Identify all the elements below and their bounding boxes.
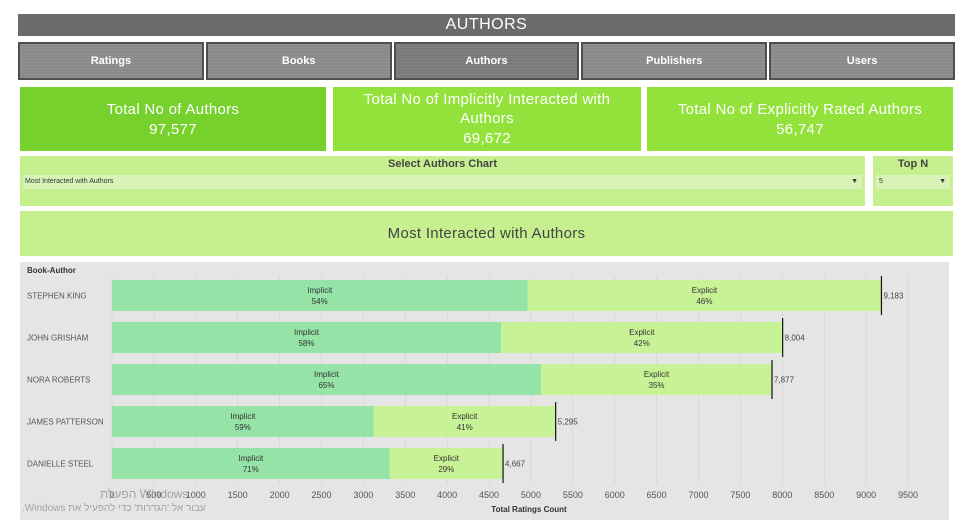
segment-percent-label: 58% [298,339,314,348]
segment-series-label: Explicit [692,286,718,295]
tab-ratings[interactable]: Ratings [18,42,204,80]
segment-series-label: Implicit [294,328,320,337]
category-label: NORA ROBERTS [27,376,90,385]
watermark-line2: עבור אל 'הגדרות' כדי להפעיל את Windows. [22,503,206,514]
kpi-implicit-authors-label: Total No of Implicitly Interacted with A… [363,91,611,127]
x-tick-label: 7000 [689,490,709,500]
topn-value: 5 [879,178,883,185]
category-label: DANIELLE STEEL [27,460,94,469]
segment-series-label: Explicit [644,370,670,379]
chart-area: 0 500 1000 1500 2000 2500 3000 3500 4000 4500 5000… [20,262,949,520]
x-tick-label: 4000 [437,490,457,500]
bar-explicit [500,322,783,353]
kpi-explicit-authors-value: 56,747 [776,120,824,138]
bar-implicit [112,322,501,353]
segment-series-label: Explicit [434,454,460,463]
segment-percent-label: 71% [243,465,259,474]
x-tick-label: 5000 [521,490,541,500]
segment-percent-label: 54% [312,297,328,306]
segment-series-label: Implicit [238,454,264,463]
tab-publishers[interactable]: Publishers [581,42,768,80]
total-label: 5,295 [558,418,579,427]
total-label: 9,183 [883,292,904,301]
x-tick-label: 3500 [395,490,415,500]
category-label: JOHN GRISHAM [27,334,89,343]
chart-selector-label: Select Authors Chart [387,158,497,170]
x-tick-label: 5500 [563,490,583,500]
chart-title: Most Interacted with Authors [20,211,953,256]
segment-percent-label: 35% [649,381,665,390]
bar-explicit [527,280,882,311]
x-axis-title: Total Ratings Count [491,505,567,514]
y-axis-title: Book-Author [27,266,76,275]
chart-selector-panel: Select Authors Chart Most Interacted wit… [20,156,865,206]
x-tick-label: 1000 [186,490,206,500]
page-title: AUTHORS [18,14,955,36]
category-label: JAMES PATTERSON [27,418,104,427]
topn-dropdown[interactable]: 5 ▼ [876,175,950,189]
segment-series-label: Implicit [307,286,333,295]
bar-explicit [541,364,773,395]
tab-books[interactable]: Books [205,42,392,80]
x-tick-label: 2500 [311,490,331,500]
total-label: 4,667 [505,460,526,469]
segment-series-label: Explicit [629,328,655,337]
segment-series-label: Implicit [314,370,340,379]
kpi-implicit-authors-value: 69,672 [463,130,511,147]
category-label: STEPHEN KING [27,292,87,301]
segment-percent-label: 29% [438,465,454,474]
kpi-implicit-authors: Total No of Implicitly Interacted with A… [333,87,641,151]
x-tick-label: 7500 [730,490,750,500]
x-tick-label: 4500 [479,490,499,500]
total-label: 7,877 [774,376,795,385]
kpi-explicit-authors: Total No of Explicitly Rated Authors 56,… [647,87,953,151]
nav-tabs: Ratings Books Authors Publishers Users [18,42,955,80]
bar-implicit [112,364,542,395]
kpi-explicit-authors-label: Total No of Explicitly Rated Authors [677,100,923,118]
stacked-bar-chart: 0 500 1000 1500 2000 2500 3000 3500 4000 4500 5000… [27,266,918,514]
x-tick-label: 9000 [856,490,876,500]
bar-implicit [112,448,390,479]
chart-selector-dropdown[interactable]: Most Interacted with Authors ▼ [23,175,862,189]
bar-explicit [389,448,504,479]
dropdown-arrow-icon: ▼ [939,178,946,185]
segment-percent-label: 42% [634,339,650,348]
bar-explicit [373,406,556,437]
x-tick-label: 6500 [647,490,667,500]
x-tick-label: 3000 [353,490,373,500]
segment-percent-label: 46% [696,297,712,306]
segment-percent-label: 41% [457,423,473,432]
total-label: 8,004 [785,334,806,343]
segment-series-label: Explicit [452,412,478,421]
x-tick-label: 8500 [814,490,834,500]
dropdown-arrow-icon: ▼ [851,178,858,185]
x-tick-label: 8000 [772,490,792,500]
segment-percent-label: 59% [235,423,251,432]
topn-label: Top N [897,158,929,170]
bar-implicit [112,406,374,437]
x-tick-label: 2000 [270,490,290,500]
x-tick-label: 6000 [605,490,625,500]
segment-series-label: Implicit [230,412,256,421]
chart-selector-value: Most Interacted with Authors [25,178,114,185]
kpi-total-authors-label: Total No of Authors [106,100,240,118]
kpi-total-authors-value: 97,577 [149,120,197,138]
x-tick-label: 9500 [898,490,918,500]
segment-percent-label: 65% [318,381,334,390]
kpi-total-authors: Total No of Authors 97,577 [20,87,326,151]
bar-implicit [112,280,528,311]
x-tick-label: 1500 [228,490,248,500]
topn-panel: Top N 5 ▼ [873,156,953,206]
tab-users[interactable]: Users [769,42,955,80]
watermark-line1: Windows הפעלת [100,487,189,501]
tab-authors[interactable]: Authors [393,42,580,80]
